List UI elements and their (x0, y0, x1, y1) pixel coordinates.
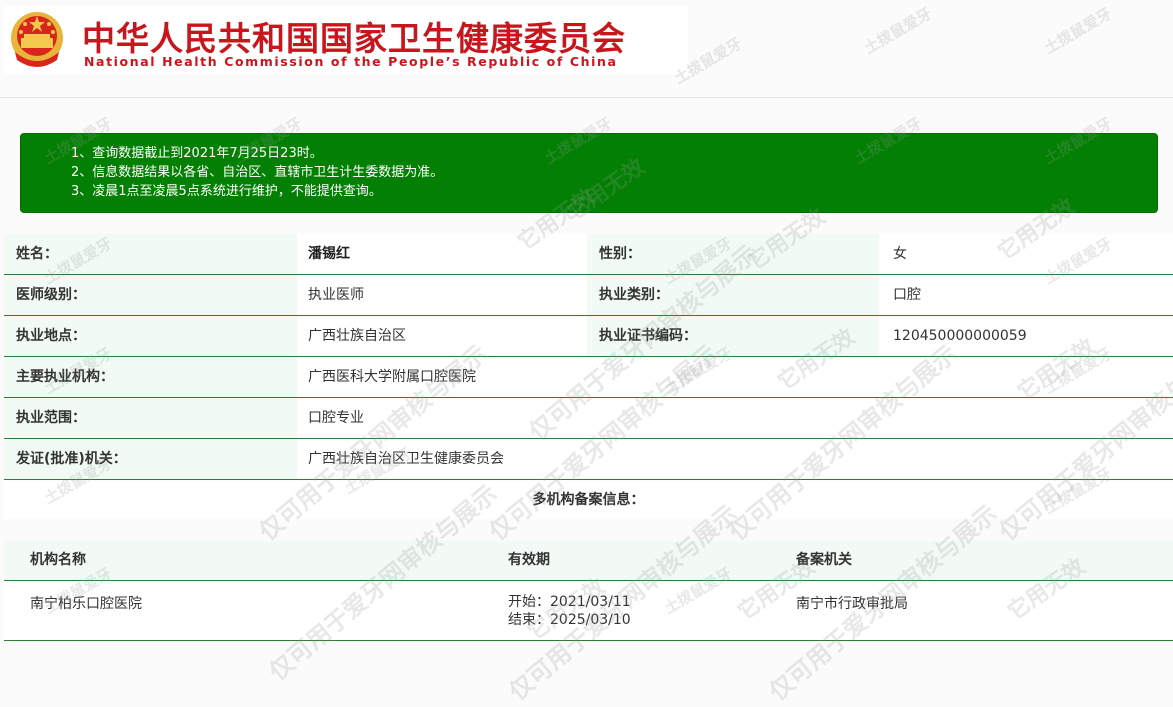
name-label: 姓名： (4, 234, 297, 274)
name-value: 潘锡红 (308, 246, 350, 262)
col-authority-header: 备案机关 (796, 552, 852, 568)
level-label: 医师级别： (4, 275, 297, 315)
watermark-text: 土拨鼠爱牙 (1041, 4, 1115, 58)
org-value: 广西医科大学附属口腔医院 (308, 369, 476, 385)
multi-org-title: 多机构备案信息： (4, 481, 1173, 519)
table-row: 南宁柏乐口腔医院 开始：2021/03/11 结束：2025/03/10 南宁市… (4, 581, 1173, 641)
gender-label: 性别： (587, 234, 879, 274)
table-row: 发证(批准)机关： 广西壮族自治区卫生健康委员会 (4, 439, 1173, 480)
category-value: 口腔 (893, 287, 921, 303)
level-value: 执业医师 (308, 287, 364, 303)
place-label: 执业地点： (4, 316, 297, 356)
table-row: 执业范围： 口腔专业 (4, 398, 1173, 439)
table-row: 医师级别： 执业医师 执业类别： 口腔 (4, 275, 1173, 316)
issuer-label: 发证(批准)机关： (4, 439, 297, 479)
row-org: 南宁柏乐口腔医院 (30, 596, 142, 612)
notice-line: 3、凌晨1点至凌晨5点系统进行维护，不能提供查询。 (71, 184, 382, 199)
row-end-date: 结束：2025/03/10 (508, 612, 631, 628)
notice-box: 1、查询数据截止到2021年7月25日23时。 2、信息数据结果以各省、自治区、… (20, 133, 1158, 213)
site-title-en: National Health Commission of the People… (84, 54, 618, 69)
multi-org-table: 机构名称 有效期 备案机关 南宁柏乐口腔医院 开始：2021/03/11 结束：… (4, 541, 1173, 641)
gender-value: 女 (893, 246, 907, 262)
category-label: 执业类别： (587, 275, 879, 315)
org-label: 主要执业机构： (4, 357, 297, 397)
issuer-value: 广西壮族自治区卫生健康委员会 (308, 451, 504, 467)
header-divider (0, 97, 1173, 98)
table-row: 姓名： 潘锡红 性别： 女 (4, 234, 1173, 275)
table-header: 机构名称 有效期 备案机关 (4, 541, 1173, 581)
scope-value: 口腔专业 (308, 410, 364, 426)
notice-line: 2、信息数据结果以各省、自治区、直辖市卫生计生委数据为准。 (71, 165, 444, 180)
site-title-cn: 中华人民共和国国家卫生健康委员会 (82, 19, 626, 58)
national-emblem-icon (11, 12, 63, 67)
col-org-header: 机构名称 (30, 552, 86, 568)
cert-value: 120450000000059 (893, 328, 1027, 344)
site-header: 中华人民共和国国家卫生健康委员会 National Health Commiss… (4, 6, 688, 74)
watermark-text: 土拨鼠爱牙 (861, 4, 935, 58)
col-valid-header: 有效期 (508, 552, 550, 568)
row-authority: 南宁市行政审批局 (796, 596, 908, 612)
table-row: 执业地点： 广西壮族自治区 执业证书编码： 120450000000059 (4, 316, 1173, 357)
doctor-info-table: 姓名： 潘锡红 性别： 女 医师级别： 执业医师 执业类别： 口腔 执业地点： … (4, 234, 1173, 480)
table-row: 主要执业机构： 广西医科大学附属口腔医院 (4, 357, 1173, 398)
scope-label: 执业范围： (4, 398, 297, 438)
row-start-date: 开始：2021/03/11 (508, 594, 631, 610)
cert-label: 执业证书编码： (587, 316, 879, 356)
row-validity: 开始：2021/03/11 结束：2025/03/10 (508, 593, 631, 629)
place-value: 广西壮族自治区 (308, 328, 406, 344)
notice-line: 1、查询数据截止到2021年7月25日23时。 (71, 146, 323, 161)
